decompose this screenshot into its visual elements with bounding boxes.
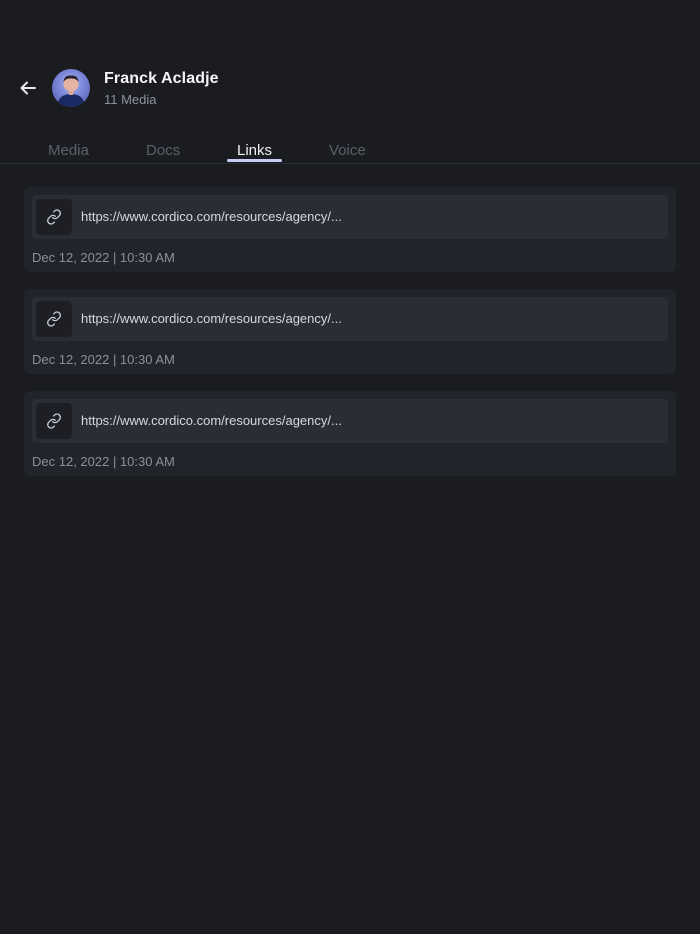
avatar[interactable] [52,69,90,107]
links-list: https://www.cordico.com/resources/agency… [24,187,676,493]
back-button[interactable] [16,76,40,100]
link-row[interactable]: https://www.cordico.com/resources/agency… [32,195,668,239]
media-count: 11 Media [104,92,157,107]
link-card: https://www.cordico.com/resources/agency… [24,391,676,476]
chat-header: Franck Acladje 11 Media [0,0,700,135]
link-url[interactable]: https://www.cordico.com/resources/agency… [81,209,342,224]
link-row[interactable]: https://www.cordico.com/resources/agency… [32,399,668,443]
contact-name: Franck Acladje [104,70,219,87]
link-icon [47,209,61,225]
link-date: Dec 12, 2022 | 10:30 AM [32,352,175,367]
tab-docs[interactable]: Docs [146,142,180,159]
link-date: Dec 12, 2022 | 10:30 AM [32,454,175,469]
link-url[interactable]: https://www.cordico.com/resources/agency… [81,311,342,326]
link-url[interactable]: https://www.cordico.com/resources/agency… [81,413,342,428]
link-date: Dec 12, 2022 | 10:30 AM [32,250,175,265]
tab-media[interactable]: Media [48,142,89,159]
media-tabs: Media Docs Links Voice [0,138,700,164]
arrow-left-icon [20,81,36,95]
tab-links[interactable]: Links [237,142,272,159]
tab-voice[interactable]: Voice [329,142,366,159]
link-icon [47,413,61,429]
link-card: https://www.cordico.com/resources/agency… [24,289,676,374]
link-icon [47,311,61,327]
link-row[interactable]: https://www.cordico.com/resources/agency… [32,297,668,341]
link-icon-box [36,301,72,337]
person-avatar-icon [57,75,85,107]
link-icon-box [36,403,72,439]
active-tab-indicator [227,159,282,162]
link-icon-box [36,199,72,235]
link-card: https://www.cordico.com/resources/agency… [24,187,676,272]
